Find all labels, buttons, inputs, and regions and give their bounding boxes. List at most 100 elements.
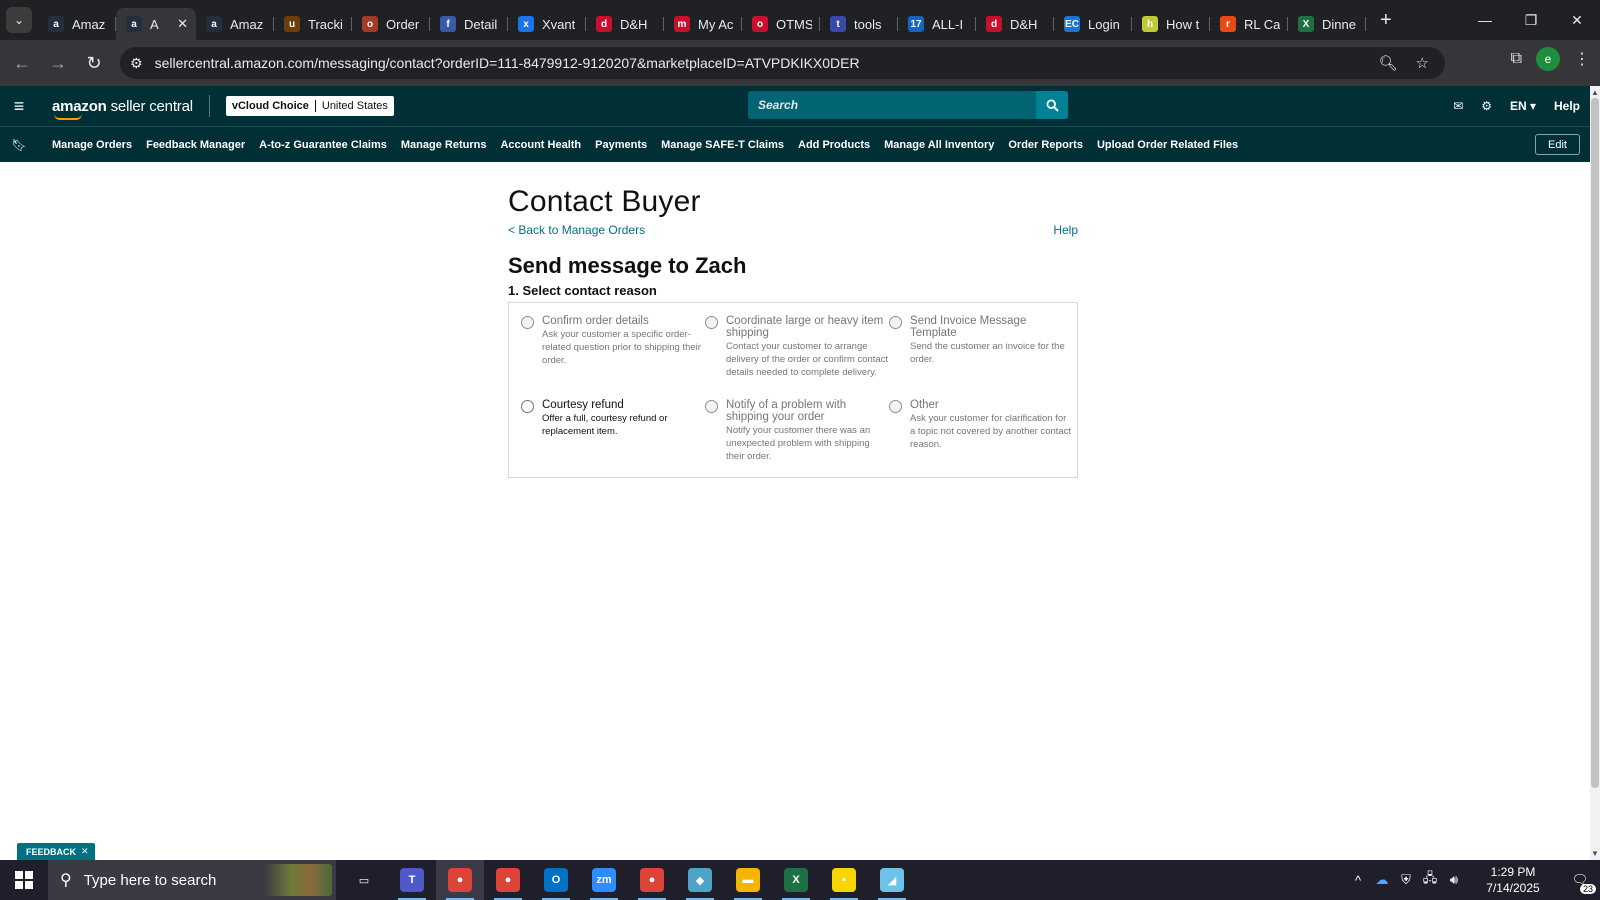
taskbar-app[interactable]: O xyxy=(532,860,580,900)
url-text[interactable]: sellercentral.amazon.com/messaging/conta… xyxy=(155,55,860,71)
taskbar-app[interactable]: ◆ xyxy=(676,860,724,900)
browser-tab[interactable]: r RL Ca xyxy=(1210,8,1288,40)
language-selector[interactable]: EN ▾ xyxy=(1510,99,1536,113)
browser-tab[interactable]: d D&H xyxy=(976,8,1054,40)
windows-taskbar: ⚲ Type here to search ▭ T ● ● Ozm ● ◆ ▬ X ▪ ◢ ^ ☁ … xyxy=(0,860,1600,900)
taskbar-app[interactable]: ● xyxy=(484,860,532,900)
taskbar-app[interactable]: ◢ xyxy=(868,860,916,900)
browser-tab[interactable]: a A ✕ xyxy=(116,8,196,40)
chevron-up-icon[interactable]: ^ xyxy=(1346,873,1370,888)
taskbar-app[interactable]: X xyxy=(772,860,820,900)
nav-feedback-manager[interactable]: Feedback Manager xyxy=(146,139,245,151)
browser-toolbar: ← → ↻ ⚙ sellercentral.amazon.com/messagi… xyxy=(0,40,1600,86)
browser-tab[interactable]: a Amaz xyxy=(38,8,116,40)
nav-manage-orders[interactable]: Manage Orders xyxy=(52,139,132,151)
taskbar-app[interactable]: T xyxy=(388,860,436,900)
header-help-link[interactable]: Help xyxy=(1554,99,1580,113)
close-tab-icon[interactable]: ✕ xyxy=(177,16,188,32)
scrollbar-thumb[interactable] xyxy=(1591,98,1599,788)
network-icon[interactable]: 🖧︎ xyxy=(1418,869,1442,891)
volume-icon[interactable]: 🔊︎ xyxy=(1442,872,1466,888)
nav-account-health[interactable]: Account Health xyxy=(500,139,581,151)
taskbar-clock[interactable]: 1:29 PM 7/14/2025 xyxy=(1472,864,1554,896)
messages-icon[interactable]: ✉ xyxy=(1453,99,1463,113)
nav-upload-order-files[interactable]: Upload Order Related Files xyxy=(1097,139,1238,151)
page-scrollbar[interactable]: ▲ ▼ xyxy=(1590,86,1600,860)
feedback-label: FEEDBACK xyxy=(26,846,77,857)
contact-reason-option[interactable]: Courtesy refund Offer a full, courtesy re… xyxy=(521,399,705,475)
browser-tab[interactable]: t tools xyxy=(820,8,898,40)
tab-title: Order xyxy=(386,16,420,32)
nav-order-reports[interactable]: Order Reports xyxy=(1008,139,1083,151)
bookmark-star-icon[interactable]: ☆ xyxy=(1416,54,1429,72)
browser-tab[interactable]: X Dinne xyxy=(1288,8,1366,40)
browser-tab[interactable]: m My Ac xyxy=(664,8,742,40)
reason-radio[interactable] xyxy=(521,400,534,413)
tab-search-button[interactable]: ⌄ xyxy=(6,7,32,33)
taskbar-app[interactable]: ● xyxy=(628,860,676,900)
back-to-manage-orders-link[interactable]: < Back to Manage Orders xyxy=(508,223,645,237)
restore-button[interactable]: ❐ xyxy=(1508,0,1554,40)
browser-tab[interactable]: x Xvant xyxy=(508,8,586,40)
myac-icon: m xyxy=(674,16,690,32)
scroll-down-icon[interactable]: ▼ xyxy=(1591,849,1599,858)
onedrive-icon[interactable]: ☁ xyxy=(1370,872,1394,888)
otms-icon: o xyxy=(752,16,768,32)
nav-a-to-z-claims[interactable]: A-to-z Guarantee Claims xyxy=(259,139,387,151)
bookmark-icon[interactable]: 🔖︎ xyxy=(0,138,38,152)
scroll-up-icon[interactable]: ▲ xyxy=(1591,88,1599,97)
taskbar-app[interactable]: ▭ xyxy=(340,860,388,900)
nav-safe-t-claims[interactable]: Manage SAFE-T Claims xyxy=(661,139,784,151)
hamburger-menu-icon[interactable]: ≡ xyxy=(0,96,38,117)
back-button[interactable]: ← xyxy=(4,45,40,81)
tab-list: a Amaz a A ✕ a Amaz u Tracki o Order f Detail x Xvant d… xyxy=(38,0,1366,40)
browser-menu-icon[interactable]: ⋮ xyxy=(1574,49,1590,69)
file-explorer-icon: ▬ xyxy=(736,868,760,892)
zoom-icon[interactable]: 🔍︎ xyxy=(1379,54,1398,72)
site-info-icon[interactable]: ⚙ xyxy=(130,55,143,72)
browser-tab[interactable]: d D&H xyxy=(586,8,664,40)
search-icon xyxy=(1045,98,1059,112)
forward-button[interactable]: → xyxy=(40,45,76,81)
taskbar-app[interactable]: ● xyxy=(436,860,484,900)
notification-center-button[interactable]: 🗨︎ 23 xyxy=(1560,860,1600,900)
close-icon[interactable]: ✕ xyxy=(81,846,89,857)
browser-tab-strip: ⌄ a Amaz a A ✕ a Amaz u Tracki o Order f Detail x Xvan… xyxy=(0,0,1600,40)
nav-payments[interactable]: Payments xyxy=(595,139,647,151)
edit-nav-button[interactable]: Edit xyxy=(1535,134,1580,155)
page-help-link[interactable]: Help xyxy=(1053,223,1078,237)
browser-tab[interactable]: a Amaz xyxy=(196,8,274,40)
nav-manage-inventory[interactable]: Manage All Inventory xyxy=(884,139,994,151)
seller-search-input[interactable]: Search xyxy=(748,91,1036,119)
security-icon[interactable]: ⛨ xyxy=(1394,872,1418,888)
send-message-title: Send message to Zach xyxy=(508,253,747,278)
start-button[interactable] xyxy=(0,860,48,900)
browser-tab[interactable]: EC Login xyxy=(1054,8,1132,40)
store-switcher[interactable]: vCloud Choice United States xyxy=(225,96,394,116)
settings-gear-icon[interactable]: ⚙ xyxy=(1481,99,1492,113)
browser-tab[interactable]: u Tracki xyxy=(274,8,352,40)
browser-tab[interactable]: f Detail xyxy=(430,8,508,40)
extensions-icon[interactable]: ⧉ xyxy=(1511,50,1522,68)
nav-add-products[interactable]: Add Products xyxy=(798,139,870,151)
browser-tab[interactable]: o Order xyxy=(352,8,430,40)
browser-tab[interactable]: o OTMS xyxy=(742,8,820,40)
feedback-tab[interactable]: FEEDBACK ✕ xyxy=(17,843,95,860)
address-bar[interactable]: ⚙ sellercentral.amazon.com/messaging/con… xyxy=(120,47,1445,79)
taskbar-search-box[interactable]: ⚲ Type here to search xyxy=(48,860,336,900)
seller-central-logo[interactable]: amazon seller central xyxy=(52,98,193,120)
browser-tab[interactable]: h How t xyxy=(1132,8,1210,40)
nav-manage-returns[interactable]: Manage Returns xyxy=(401,139,487,151)
search-button[interactable] xyxy=(1036,91,1068,119)
profile-avatar[interactable]: e xyxy=(1536,47,1560,71)
close-window-button[interactable]: ✕ xyxy=(1554,0,1600,40)
notepad-icon: ◢ xyxy=(880,868,904,892)
reason-text: Send Invoice Message Template Send the cu… xyxy=(910,315,1073,366)
taskbar-app[interactable]: zm xyxy=(580,860,628,900)
reload-button[interactable]: ↻ xyxy=(76,45,112,81)
new-tab-button[interactable]: + xyxy=(1380,9,1392,32)
minimize-button[interactable]: — xyxy=(1462,0,1508,40)
taskbar-app[interactable]: ▬ xyxy=(724,860,772,900)
taskbar-app[interactable]: ▪ xyxy=(820,860,868,900)
browser-tab[interactable]: 17 ALL-I xyxy=(898,8,976,40)
